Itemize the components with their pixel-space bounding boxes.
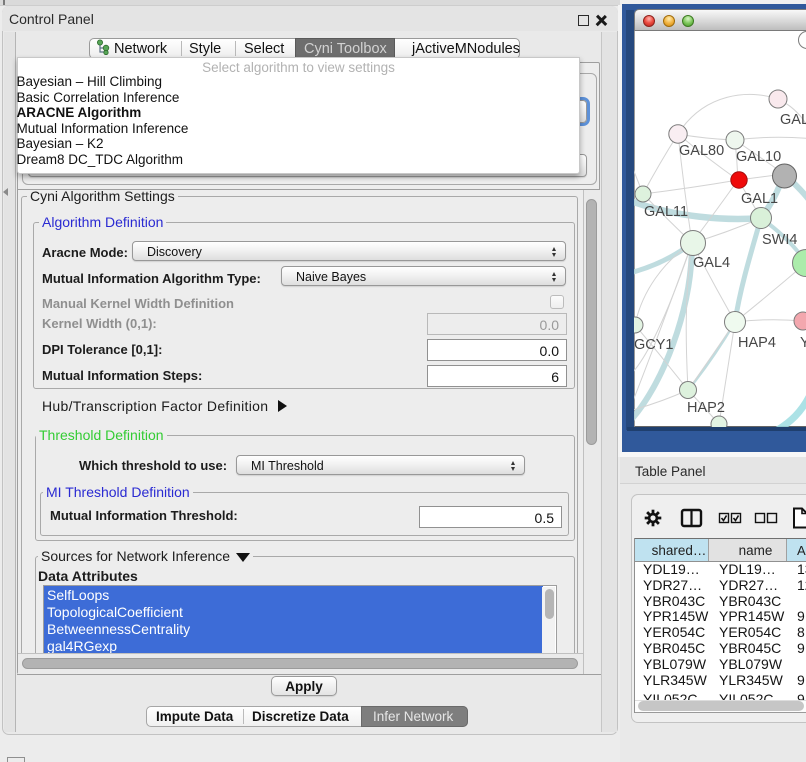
svg-text:GAL11: GAL11 [644,204,688,220]
svg-text:GAL10: GAL10 [736,149,781,165]
svg-text:HAP4: HAP4 [738,335,776,351]
svg-text:GAL4: GAL4 [693,255,730,271]
svg-text:GCY1: GCY1 [634,337,674,353]
svg-text:GAL80: GAL80 [679,143,724,159]
svg-text:SWI4: SWI4 [762,232,797,248]
svg-text:HAP2: HAP2 [687,400,725,416]
svg-text:YD: YD [800,335,806,351]
svg-text:GAL2: GAL2 [780,112,806,128]
svg-text:GAL1: GAL1 [741,191,778,207]
